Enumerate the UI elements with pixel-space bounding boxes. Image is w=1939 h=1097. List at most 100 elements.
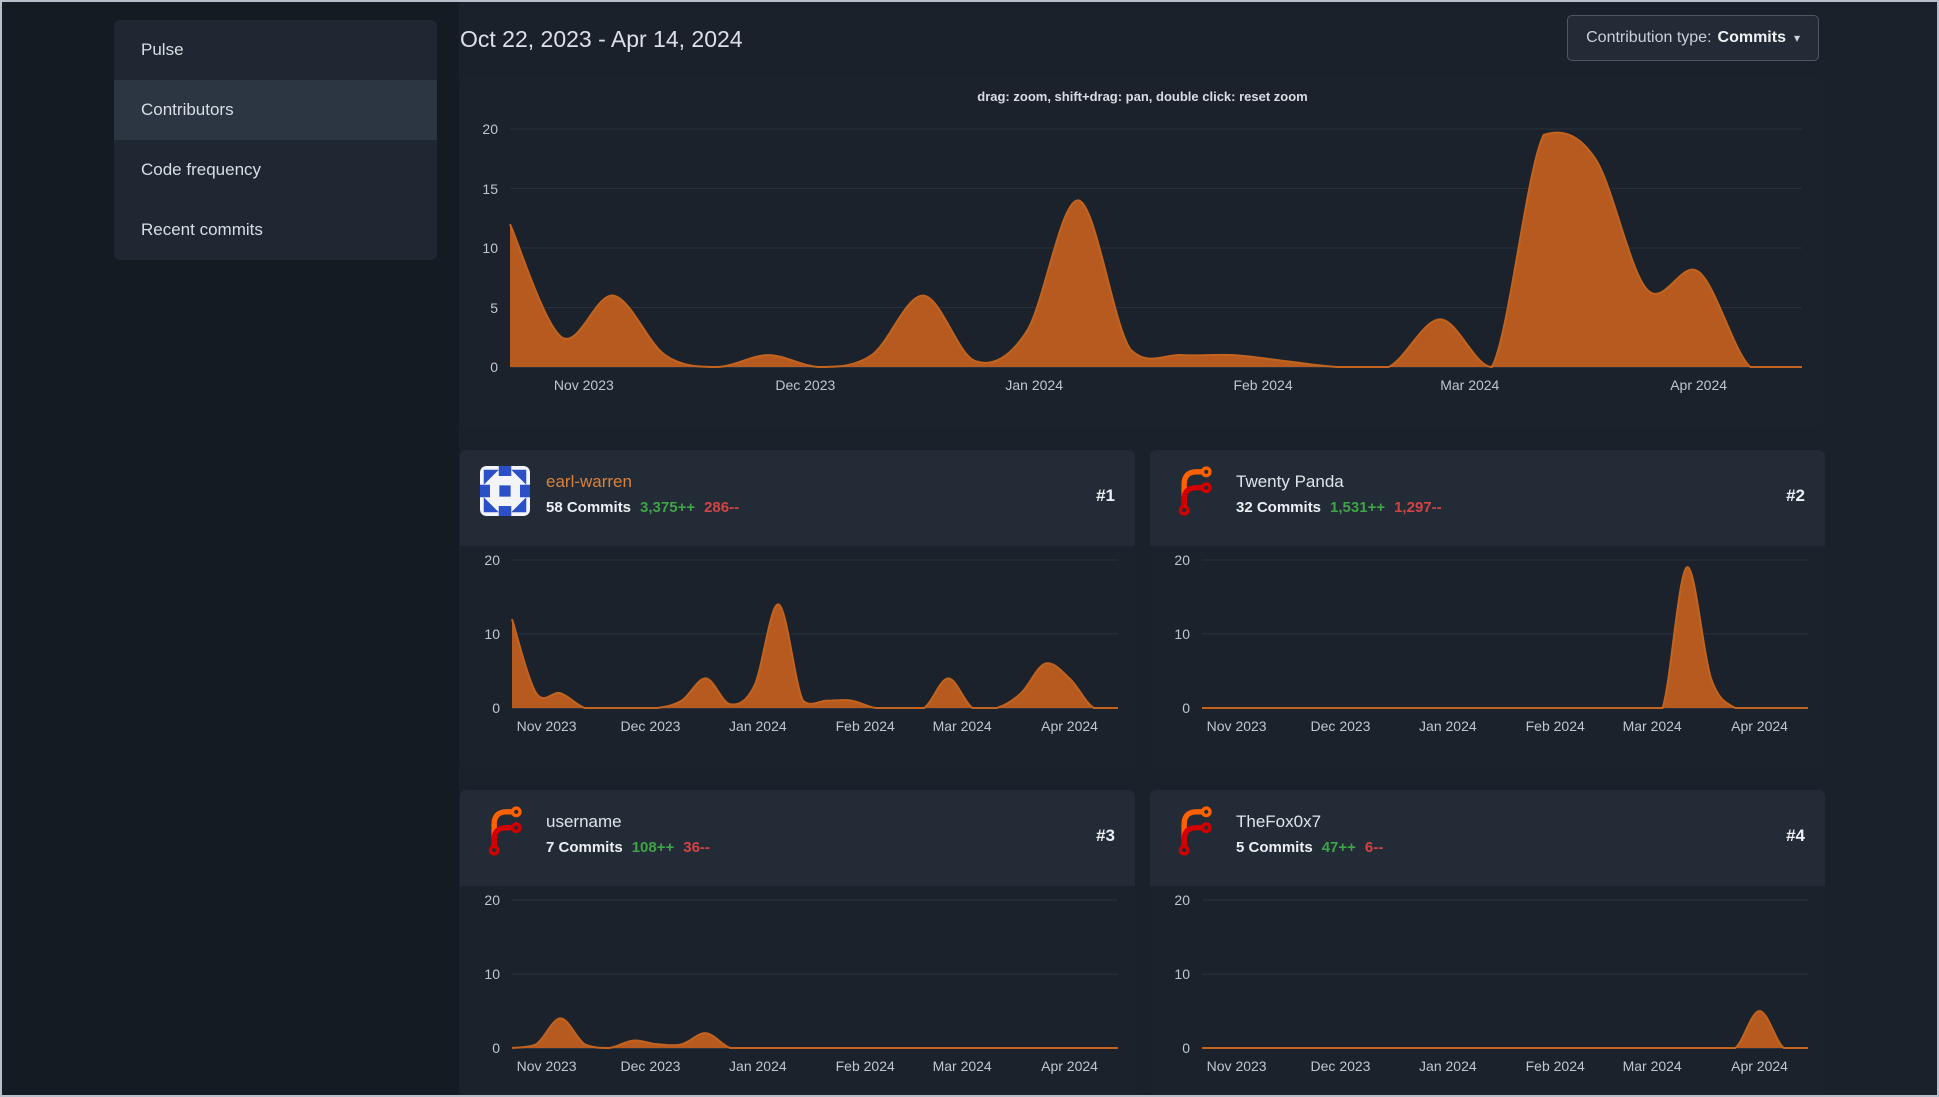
y-tick-label: 10 [484, 966, 500, 982]
contributor-stats: 58 Commits 3,375++ 286-- [546, 499, 739, 516]
x-tick-label: Nov 2023 [516, 1058, 577, 1074]
x-tick-label: Jan 2024 [729, 1058, 787, 1074]
x-tick-label: Jan 2024 [1419, 1058, 1477, 1074]
contribution-type-label: Contribution type: [1586, 29, 1712, 46]
x-tick-label: Nov 2023 [553, 377, 614, 393]
x-tick-label: Feb 2024 [835, 1058, 895, 1074]
contributor-name-link[interactable]: Twenty Panda [1236, 472, 1442, 492]
contributor-rank: #2 [1786, 486, 1805, 505]
deletions-count: 6-- [1364, 839, 1384, 856]
contributor-rank: #4 [1786, 826, 1805, 845]
contributor-chart[interactable]: 0 10 20 Nov 2023 Dec 2023 Jan 2024 Feb 2024 Mar… [1174, 892, 1808, 1074]
contributor-card-3: username 7 Commits 108++ 36-- #3 0 10 20 No… [460, 790, 1135, 1095]
x-tick-label: Apr 2024 [1041, 1058, 1098, 1074]
additions-count: 1,531++ [1330, 499, 1386, 516]
y-tick-label: 10 [482, 240, 498, 256]
x-tick-label: Nov 2023 [1206, 718, 1267, 734]
commit-count: 58 Commits [546, 499, 632, 516]
date-range-title: Oct 22, 2023 - Apr 14, 2024 [460, 26, 743, 52]
commit-count: 5 Commits [1236, 839, 1313, 856]
contributor-card-header: username 7 Commits 108++ 36-- #3 [460, 790, 1135, 886]
x-tick-label: Mar 2024 [932, 1058, 992, 1074]
y-tick-label: 20 [484, 892, 500, 908]
commit-count: 32 Commits [1236, 499, 1322, 516]
area-chart-svg[interactable] [1202, 559, 1808, 709]
contribution-type-dropdown[interactable]: Contribution type: Commits ▾ [1567, 15, 1819, 61]
x-tick-label: Feb 2024 [1525, 718, 1585, 734]
overall-activity-chart[interactable]: 0 5 10 15 20 Nov 2023 Dec 2023 Jan 2024 Feb 2024… [482, 121, 1802, 393]
activity-sidebar: Pulse Contributors Code frequency Recent… [114, 20, 437, 260]
x-tick-label: Nov 2023 [516, 718, 577, 734]
y-tick-label: 20 [1174, 892, 1190, 908]
x-tick-label: Mar 2024 [932, 718, 992, 734]
x-tick-label: Apr 2024 [1731, 718, 1788, 734]
contribution-type-value: Commits [1717, 29, 1786, 46]
contributor-card-1: earl-warren 58 Commits 3,375++ 286-- #1 … [460, 450, 1135, 770]
contributor-stats: 7 Commits 108++ 36-- [546, 839, 710, 856]
chevron-down-icon: ▾ [1793, 31, 1800, 45]
x-tick-label: Feb 2024 [1233, 377, 1293, 393]
area-chart-svg[interactable] [1202, 899, 1808, 1049]
contributor-chart[interactable]: 0 10 20 Nov 2023 Dec 2023 Jan 2024 Feb 2024 Mar… [484, 892, 1118, 1074]
x-tick-label: Apr 2024 [1041, 718, 1098, 734]
x-tick-label: Mar 2024 [1622, 1058, 1682, 1074]
contributor-name-link[interactable]: earl-warren [546, 472, 739, 492]
x-tick-label: Dec 2023 [1310, 718, 1371, 734]
contributor-card-header: TheFox0x7 5 Commits 47++ 6-- #4 [1150, 790, 1825, 886]
x-tick-label: Apr 2024 [1670, 377, 1728, 393]
contributor-chart[interactable]: 0 10 20 Nov 2023 Dec 2023 Jan 2024 Feb 2024 Mar… [1174, 552, 1808, 734]
x-tick-label: Jan 2024 [1419, 718, 1477, 734]
contributor-stats: 5 Commits 47++ 6-- [1236, 839, 1383, 856]
y-tick-label: 10 [1174, 626, 1190, 642]
contributor-card-header: earl-warren 58 Commits 3,375++ 286-- #1 [460, 450, 1135, 546]
y-tick-label: 0 [492, 700, 500, 716]
area-chart-svg[interactable] [511, 559, 1118, 709]
x-tick-label: Mar 2024 [1440, 377, 1500, 393]
x-tick-label: Feb 2024 [1525, 1058, 1585, 1074]
deletions-count: 1,297-- [1394, 499, 1442, 516]
forgejo-logo-avatar [1170, 466, 1220, 516]
contributor-card-4: TheFox0x7 5 Commits 47++ 6-- #4 0 10 20 Nov… [1150, 790, 1825, 1095]
deletions-count: 36-- [683, 839, 710, 856]
sidebar-item-contributors[interactable]: Contributors [114, 80, 437, 140]
area-chart-svg[interactable] [511, 899, 1118, 1050]
contributor-name-link[interactable]: username [546, 812, 710, 832]
forgejo-logo-avatar [1170, 806, 1220, 856]
y-tick-label: 0 [492, 1040, 500, 1056]
sidebar-item-code-frequency[interactable]: Code frequency [114, 140, 437, 200]
sidebar-item-pulse[interactable]: Pulse [114, 20, 437, 80]
additions-count: 47++ [1321, 839, 1356, 856]
contributor-rank: #3 [1096, 826, 1115, 845]
x-tick-label: Apr 2024 [1731, 1058, 1788, 1074]
y-tick-label: 15 [482, 180, 498, 197]
x-tick-label: Jan 2024 [729, 718, 787, 734]
contributor-stats: 32 Commits 1,531++ 1,297-- [1236, 499, 1442, 516]
y-tick-label: 10 [1174, 966, 1190, 982]
commit-count: 7 Commits [546, 839, 623, 856]
contributor-card-2: Twenty Panda 32 Commits 1,531++ 1,297-- … [1150, 450, 1825, 770]
y-tick-label: 0 [1182, 700, 1190, 716]
y-tick-label: 0 [490, 359, 498, 375]
contributor-chart[interactable]: 0 10 20 Nov 2023 Dec 2023 Jan 2024 Feb 2024 Mar… [484, 552, 1118, 734]
x-tick-label: Dec 2023 [1310, 1058, 1371, 1074]
x-tick-label: Feb 2024 [835, 718, 895, 734]
x-tick-label: Dec 2023 [775, 377, 836, 393]
additions-count: 108++ [631, 839, 675, 856]
y-tick-label: 5 [490, 299, 498, 316]
x-tick-label: Dec 2023 [620, 1058, 681, 1074]
y-tick-label: 20 [482, 121, 498, 137]
y-tick-label: 10 [484, 626, 500, 642]
overall-activity-card: drag: zoom, shift+drag: pan, double clic… [460, 77, 1825, 427]
contributor-rank: #1 [1096, 486, 1115, 505]
area-chart-svg[interactable] [509, 128, 1802, 369]
y-tick-label: 0 [1182, 1040, 1190, 1056]
y-tick-label: 20 [1174, 552, 1190, 568]
x-tick-label: Dec 2023 [620, 718, 681, 734]
sidebar-item-recent-commits[interactable]: Recent commits [114, 200, 437, 260]
additions-count: 3,375++ [640, 499, 696, 516]
identicon-avatar [480, 466, 530, 516]
x-tick-label: Jan 2024 [1005, 377, 1063, 393]
x-tick-label: Mar 2024 [1622, 718, 1682, 734]
deletions-count: 286-- [704, 499, 740, 516]
contributor-name-link[interactable]: TheFox0x7 [1236, 812, 1383, 832]
